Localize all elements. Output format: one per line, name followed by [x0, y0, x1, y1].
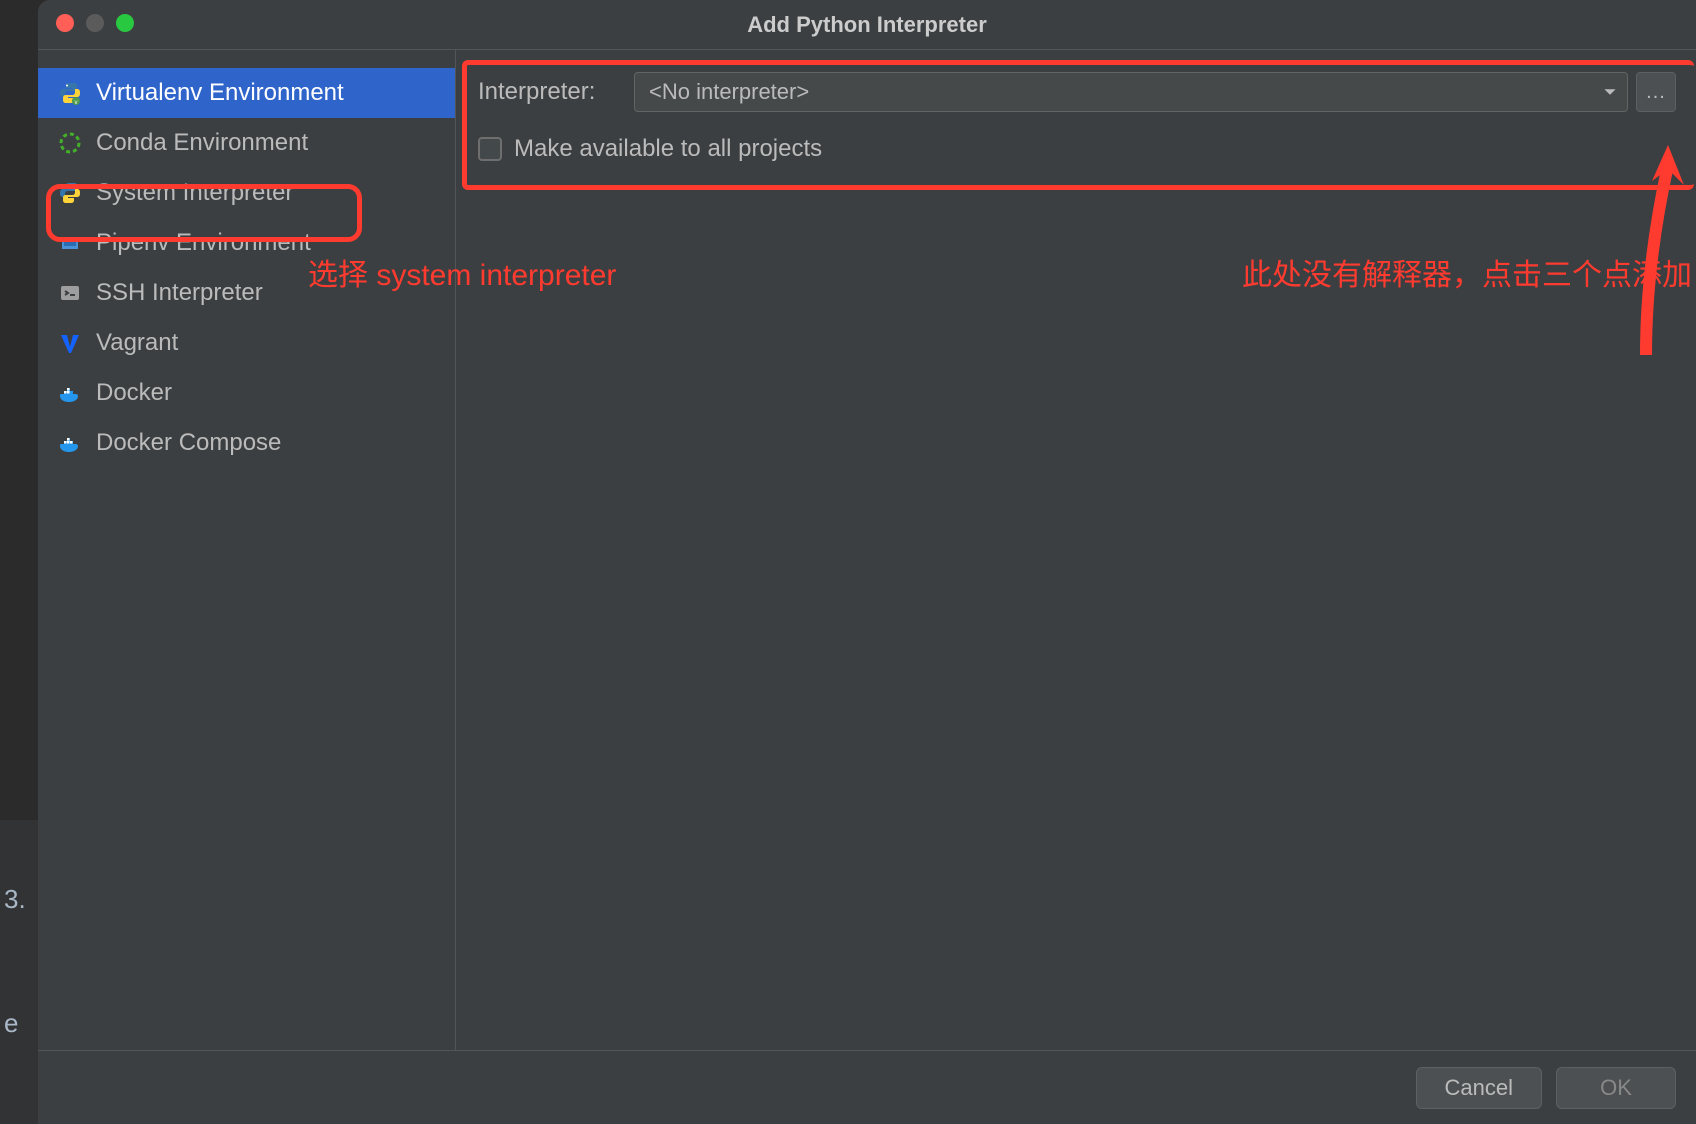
vagrant-icon	[56, 329, 84, 357]
python-venv-icon: v	[56, 79, 84, 107]
make-available-row[interactable]: Make available to all projects	[478, 124, 1676, 174]
make-available-checkbox[interactable]	[478, 137, 502, 161]
bg-char-2: e	[4, 1008, 18, 1039]
cancel-button[interactable]: Cancel	[1416, 1067, 1542, 1109]
sidebar-item-docker[interactable]: Docker	[38, 368, 455, 418]
add-python-interpreter-dialog: Add Python Interpreter v Virtualenv Envi…	[38, 0, 1696, 1124]
dialog-title: Add Python Interpreter	[747, 12, 987, 38]
sidebar-item-virtualenv[interactable]: v Virtualenv Environment	[38, 68, 455, 118]
browse-interpreter-button[interactable]: ...	[1636, 72, 1676, 112]
sidebar-item-label: Pipenv Environment	[96, 229, 311, 257]
conda-icon	[56, 129, 84, 157]
sidebar-item-label: Docker	[96, 379, 172, 407]
close-window-icon[interactable]	[56, 14, 74, 32]
dialog-content: v Virtualenv Environment Conda Environme…	[38, 50, 1696, 1050]
interpreter-selected-value: <No interpreter>	[649, 79, 809, 105]
dialog-footer: Cancel OK	[38, 1050, 1696, 1124]
bg-char-1: 3.	[4, 884, 26, 915]
ssh-icon	[56, 279, 84, 307]
make-available-label: Make available to all projects	[514, 135, 822, 163]
titlebar: Add Python Interpreter	[38, 0, 1696, 50]
chevron-down-icon	[1603, 85, 1617, 99]
main-panel: Interpreter: <No interpreter> ... Make a…	[456, 50, 1696, 1050]
docker-compose-icon	[56, 429, 84, 457]
sidebar-item-label: Docker Compose	[96, 429, 281, 457]
minimize-window-icon[interactable]	[86, 14, 104, 32]
sidebar-item-docker-compose[interactable]: Docker Compose	[38, 418, 455, 468]
sidebar-item-label: Vagrant	[96, 329, 178, 357]
ok-button[interactable]: OK	[1556, 1067, 1676, 1109]
sidebar-item-vagrant[interactable]: Vagrant	[38, 318, 455, 368]
docker-icon	[56, 379, 84, 407]
sidebar-item-label: Virtualenv Environment	[96, 79, 344, 107]
python-icon	[56, 179, 84, 207]
zoom-window-icon[interactable]	[116, 14, 134, 32]
interpreter-row: Interpreter: <No interpreter> ...	[478, 68, 1676, 116]
sidebar-item-label: SSH Interpreter	[96, 279, 263, 307]
interpreter-label: Interpreter:	[478, 78, 616, 106]
window-controls	[56, 14, 134, 32]
sidebar-item-label: Conda Environment	[96, 129, 308, 157]
sidebar-item-label: System Interpreter	[96, 179, 293, 207]
svg-text:v: v	[75, 100, 78, 105]
sidebar-item-pipenv[interactable]: Pipenv Environment	[38, 218, 455, 268]
sidebar-item-conda[interactable]: Conda Environment	[38, 118, 455, 168]
sidebar-item-system-interpreter[interactable]: System Interpreter	[38, 168, 455, 218]
pipenv-icon	[56, 229, 84, 257]
interpreter-combobox[interactable]: <No interpreter>	[634, 72, 1628, 112]
interpreter-combo-wrap: <No interpreter> ...	[634, 72, 1676, 112]
sidebar-item-ssh[interactable]: SSH Interpreter	[38, 268, 455, 318]
interpreter-type-sidebar: v Virtualenv Environment Conda Environme…	[38, 50, 456, 1050]
background-strip	[0, 820, 38, 1124]
